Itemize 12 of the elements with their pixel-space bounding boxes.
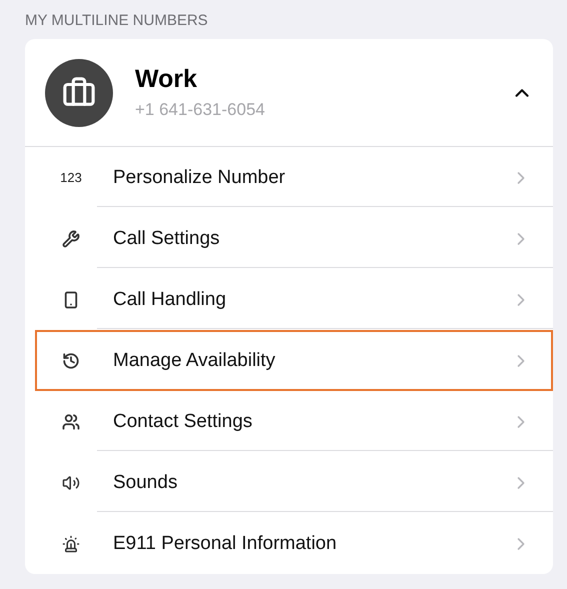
history-icon <box>62 352 80 370</box>
contacts-icon <box>62 412 80 430</box>
siren-icon <box>62 534 80 552</box>
menu-item[interactable]: Manage Availability <box>35 330 553 391</box>
phone-icon <box>62 290 80 308</box>
phone-number: +1 641-631-6054 <box>135 100 266 120</box>
digits-icon: 123 <box>60 170 82 185</box>
menu-item[interactable]: E911 Personal Information <box>35 513 553 574</box>
section-title: MY MULTILINE NUMBERS <box>25 12 209 29</box>
wrench-icon <box>62 230 80 248</box>
speaker-icon <box>62 474 80 492</box>
line-name: Work <box>135 65 198 94</box>
